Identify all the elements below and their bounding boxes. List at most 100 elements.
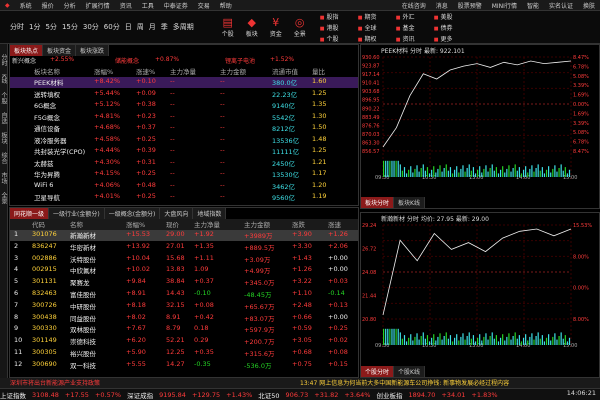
market-item[interactable]: 基金 (396, 23, 434, 32)
menu-item[interactable]: 交易 (193, 1, 215, 10)
period-button[interactable]: 5分 (43, 22, 58, 32)
menu-item[interactable]: 系统 (15, 1, 37, 10)
market-item[interactable]: 股指 (320, 12, 358, 21)
tab-concept[interactable]: 一级概念(金额分) (104, 208, 161, 219)
sidebar-item[interactable]: 个股 (0, 92, 8, 104)
menu-item[interactable]: 工具 (137, 1, 159, 10)
menu-item[interactable]: 分析 (59, 1, 81, 10)
table-row[interactable]: 3 002886 沃特股份 +10.04 15.68 +1.11 +3.09万 +1.43 +0… (10, 254, 358, 265)
table-row[interactable]: 送转填权 +5.44% +0.09 -- -- 22.23亿 1.25 (10, 89, 358, 100)
tab-sector-intraday[interactable]: 板块分时 (361, 197, 395, 208)
table-row[interactable]: 11 300305 裕兴股份 +5.90 12.25 +0.35 +315.6万 +0.68 +… (10, 348, 358, 359)
menu-item[interactable]: 帮助 (215, 1, 237, 10)
table-row[interactable]: WiFi 6 +4.06% +0.48 -- -- 3462亿 1.20 (10, 181, 358, 192)
table-row[interactable]: 1 301076 新瀚新材 +15.53 29.00 +1.92 +3989万 +3.90 +1… (10, 230, 358, 241)
volume-bar (535, 168, 537, 177)
market-item[interactable]: 期货 (358, 12, 396, 21)
tab-sector-change[interactable]: 板块涨跌 (76, 45, 110, 56)
table-row[interactable]: 液冷服务器 +4.58% +0.25 -- -- 13536亿 1.48 (10, 135, 358, 146)
table-row[interactable]: PEEK材料 +8.42% +0.10 -- -- 380.0亿 1.60 (10, 77, 358, 88)
period-button[interactable]: 30分 (81, 22, 101, 32)
table-row[interactable]: 华为昇腾 +4.15% +0.25 -- -- 13530亿 1.17 (10, 169, 358, 180)
period-button[interactable]: 周 (135, 22, 146, 32)
market-item[interactable]: 美股 (434, 12, 472, 21)
menu-item[interactable]: 换肤 (578, 1, 600, 10)
tab-sector-hot[interactable]: 板块热点 (10, 45, 44, 56)
menu-item[interactable]: 实名认证 (544, 1, 578, 10)
table-row[interactable]: 共封装光学(CPO) +4.44% +0.39 -- -- 11111亿 1.25 (10, 146, 358, 157)
sector-view-button[interactable]: ◆ 板块 (240, 16, 264, 38)
menu-item[interactable]: 中泰证券 (159, 1, 193, 10)
market-item[interactable]: 个股 (320, 34, 358, 43)
menu-item[interactable]: 在线咨询 (397, 1, 431, 10)
period-button[interactable]: 1分 (27, 22, 42, 32)
sidebar-item[interactable]: 综合 (0, 152, 8, 164)
period-button[interactable]: 多周期 (171, 22, 196, 32)
chart-canvas[interactable]: 930.60 923.87 917.14 910.41 903.68 896.95 890.… (361, 55, 599, 195)
volume-bar (418, 339, 420, 345)
menu-item[interactable]: MINI行情 (487, 1, 522, 10)
table-row[interactable]: 12 300690 双一科技 +5.55 14.27 -0.35 -536.0万 +0.75 +… (10, 360, 358, 371)
sidebar-item[interactable]: 全景 (0, 192, 8, 204)
market-item[interactable]: 全球 (358, 23, 396, 32)
sidebar-item[interactable]: 市场 (0, 172, 8, 184)
market-item[interactable]: 港股 (320, 23, 358, 32)
volume-bar (464, 171, 466, 177)
tab-market-wind[interactable]: 大盘风向 (160, 208, 194, 219)
status-item: +17.55 (64, 390, 89, 399)
cell: -- (220, 146, 225, 154)
table-row[interactable]: 7 300726 中研股份 +8.18 32.15 +0.08 +65.67万 +2.48 +0… (10, 301, 358, 312)
tab-sector-kline[interactable]: 板块K线 (394, 197, 425, 208)
menu-item[interactable]: 扩展行情 (81, 1, 115, 10)
table-row[interactable]: 通信设备 +4.68% +0.37 -- -- 8212亿 1.50 (10, 123, 358, 134)
tab-region[interactable]: 地域指数 (193, 208, 227, 219)
table-row[interactable]: 2 836247 华密新材 +13.92 27.01 +1.35 +889.5万 +3.30 +… (10, 242, 358, 253)
tab-stock-intraday[interactable]: 个股分时 (361, 366, 395, 377)
menu-item[interactable]: 股票预警 (453, 1, 487, 10)
cell: +0.02 (328, 336, 348, 345)
market-item[interactable]: 资讯 (396, 34, 434, 43)
menu-item[interactable]: 智能 (522, 1, 544, 10)
volume-bar (426, 335, 429, 345)
table-row[interactable]: 8 300438 同益股份 +8.02 8.91 +0.42 +83.07万 +0.66 +0.… (10, 313, 358, 324)
stock-view-button[interactable]: ▤ 个股 (216, 16, 240, 38)
sidebar-item[interactable]: 自选 (0, 112, 8, 124)
table-row[interactable]: 5 301131 聚赛龙 +9.84 38.84 +0.37 +345.0万 +3.22 +0.… (10, 277, 358, 288)
table-row[interactable]: 9 300330 双林股份 +7.67 8.79 0.18 +597.9万 +0.59 +0.2… (10, 324, 358, 335)
cell: +0.75 (292, 359, 312, 368)
tab-stock-kline[interactable]: 个股K线 (394, 366, 425, 377)
table-row[interactable]: 卫星导航 +4.01% +0.25 -- -- 9560亿 1.19 (10, 192, 358, 203)
market-item[interactable]: 债券 (434, 23, 472, 32)
cell: -0.10 (194, 289, 211, 297)
cell: +200.7万 (244, 338, 275, 347)
menu-item[interactable]: 报价 (37, 1, 59, 10)
period-button[interactable]: 60分 (102, 22, 122, 32)
sidebar-item[interactable]: 板块 (0, 132, 8, 144)
market-item[interactable]: 更多 (434, 34, 472, 43)
period-button[interactable]: 日 (123, 22, 134, 32)
table-row[interactable]: 4 002915 中欣氟材 +10.02 13.83 1.09 +4.99万 +1.26 +0.… (10, 265, 358, 276)
period-button[interactable]: 分时 (8, 22, 26, 32)
period-button[interactable]: 15分 (60, 22, 80, 32)
table-row[interactable]: F5G概念 +4.81% +0.23 -- -- 5542亿 1.30 (10, 112, 358, 123)
market-item[interactable]: 外汇 (396, 12, 434, 21)
sidebar-item[interactable]: 分时 (0, 54, 8, 66)
sidebar-item[interactable]: K线 (0, 74, 8, 84)
table-row[interactable]: 6G概念 +5.12% +0.38 -- -- 9140亿 1.35 (10, 100, 358, 111)
menu-item[interactable]: 消息 (431, 1, 453, 10)
market-item[interactable]: 期权 (358, 34, 396, 43)
price-tick: 910.41 (362, 81, 380, 87)
chart-canvas[interactable]: 29.24 26.72 24.08 21.44 20.80 15.53% 8.00% 0.00… (361, 223, 599, 363)
tab-sector-funds[interactable]: 板块资金 (43, 45, 77, 56)
funds-view-button[interactable]: ¥ 资金 (264, 16, 288, 38)
table-row[interactable]: 太赫兹 +4.30% +0.31 -- -- 2450亿 1.21 (10, 158, 358, 169)
table-row[interactable]: 6 832463 富佳股份 +8.91 14.43 -0.10 -48.45万 +1.10 -0… (10, 289, 358, 300)
period-button[interactable]: 季 (159, 22, 170, 32)
panorama-view-button[interactable]: ◎ 全景 (288, 16, 312, 38)
tab-industry[interactable]: 一级行业(金额分) (49, 208, 105, 219)
period-button[interactable]: 月 (147, 22, 158, 32)
tab-level1[interactable]: 同花顺一级 (10, 208, 50, 219)
cell: 1.09 (194, 265, 209, 274)
menu-item[interactable]: 资讯 (115, 1, 137, 10)
table-row[interactable]: 10 301149 崇德科技 +6.20 52.21 0.29 +200.7万 +3.05 +0… (10, 336, 358, 347)
